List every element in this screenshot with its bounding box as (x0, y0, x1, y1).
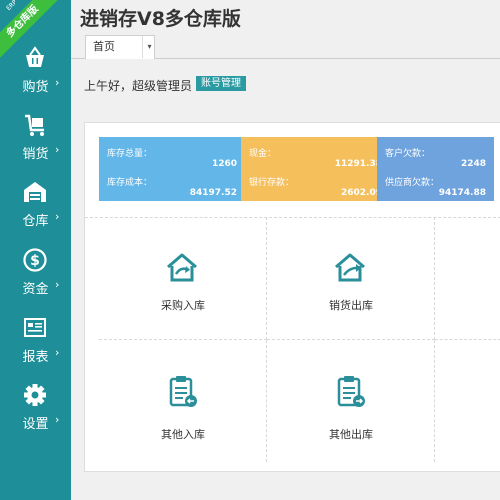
greeting-text: 上午好，超级管理员 (84, 79, 193, 93)
chevron-right-icon: › (55, 76, 60, 89)
sidebar-item-label: 仓库 (22, 214, 49, 229)
cell-label: 其他出库 (329, 428, 373, 441)
sidebar-item-label: 购货 (22, 80, 49, 95)
chevron-right-icon: › (55, 210, 60, 223)
sidebar-item-settings[interactable]: 设置 › (0, 383, 71, 443)
stat-label: 库存成本： (107, 178, 153, 188)
stat-value: 1260 (211, 159, 237, 169)
sales-outbound-button[interactable]: 销货出库 (267, 217, 435, 340)
stat-label: 银行存款： (249, 178, 295, 188)
stat-card-funds: 现金： 11291.38 银行存款： 2602.09 (241, 137, 390, 201)
stat-label: 现金： (249, 149, 277, 159)
stat-label: 客户欠款： (385, 149, 431, 159)
stat-value: 84197.52 (189, 188, 237, 198)
chevron-right-icon: › (55, 413, 60, 426)
tab-bar: 首页 ▾ (71, 35, 500, 59)
action-cell-partial[interactable] (435, 217, 500, 340)
tab-home-label: 首页 (93, 40, 115, 53)
sidebar-item-purchase[interactable]: 购货 › (0, 46, 71, 106)
cell-label: 其他入库 (161, 428, 205, 441)
warehouse-icon (24, 182, 46, 202)
report-icon (24, 318, 46, 337)
other-inbound-button[interactable]: 其他入库 (99, 340, 267, 462)
clipboard-in-icon (169, 376, 197, 407)
chevron-right-icon: › (55, 143, 60, 156)
cart-icon (25, 114, 44, 136)
stat-card-inventory: 库存总量： 1260 库存成本： 84197.52 (99, 137, 245, 201)
cell-label: 销货出库 (329, 299, 373, 312)
basket-icon (26, 46, 44, 67)
tab-home[interactable]: 首页 ▾ (85, 35, 155, 59)
stat-card-debts: 客户欠款： 2248 供应商欠款： 94174.88 (377, 137, 494, 201)
home-out-icon (335, 253, 365, 282)
stat-value: 11291.38 (334, 159, 382, 169)
home-in-icon (167, 253, 197, 282)
sidebar-item-reports[interactable]: 报表 › (0, 316, 71, 376)
stat-value: 2602.09 (341, 188, 382, 198)
svg-text:$: $ (30, 253, 40, 269)
stat-label: 库存总量： (107, 149, 153, 159)
stat-value: 94174.88 (438, 188, 486, 198)
sidebar-item-sales[interactable]: 销货 › (0, 113, 71, 173)
edition-ribbon-erp: ERP (5, 0, 19, 13)
chevron-down-icon[interactable]: ▾ (142, 36, 156, 58)
sidebar-item-funds[interactable]: $ 资金 › (0, 248, 71, 308)
sidebar-item-label: 报表 (22, 350, 49, 365)
gear-icon (24, 384, 46, 406)
sidebar-item-warehouse[interactable]: 仓库 › (0, 180, 71, 240)
purchase-inbound-button[interactable]: 采购入库 (99, 217, 267, 340)
app-title: 进销存V8多仓库版 (80, 8, 241, 30)
stat-value: 2248 (460, 159, 486, 169)
dollar-icon: $ (23, 248, 47, 272)
account-management-button[interactable]: 账号管理 (196, 76, 246, 91)
dashboard-panel: 库存总量： 1260 库存成本： 84197.52 现金： 11291.38 银… (84, 122, 500, 472)
sidebar-item-label: 设置 (22, 417, 49, 432)
cell-label: 采购入库 (161, 299, 205, 312)
sidebar: 多仓库版 ERP 购货 › 销货 › 仓库 › $ 资金 › 报表 › 设置 › (0, 0, 71, 500)
sidebar-item-label: 资金 (22, 282, 49, 297)
chevron-right-icon: › (55, 278, 60, 291)
action-cell-partial[interactable] (435, 340, 500, 462)
other-outbound-button[interactable]: 其他出库 (267, 340, 435, 462)
stat-label: 供应商欠款： (385, 178, 440, 188)
clipboard-out-icon (337, 376, 365, 407)
sidebar-item-label: 销货 (22, 147, 49, 162)
chevron-right-icon: › (55, 346, 60, 359)
